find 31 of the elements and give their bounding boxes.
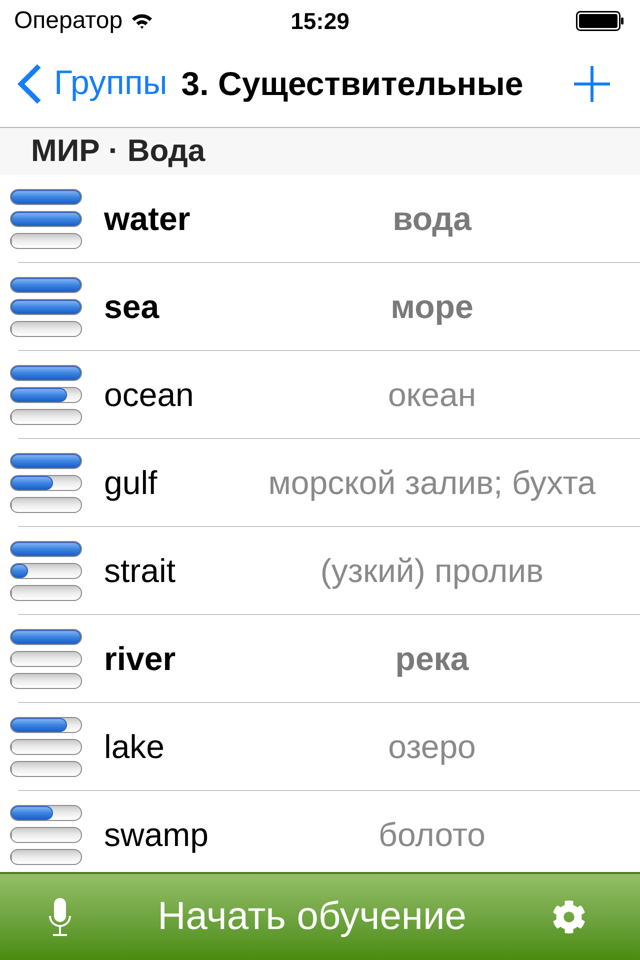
word-text: gulf <box>104 464 158 502</box>
translation-text: море <box>390 287 474 328</box>
translation-text: (узкий) пролив <box>320 551 544 592</box>
status-time: 15:29 <box>290 6 350 36</box>
word-text: swamp <box>104 816 209 854</box>
translation-text: болото <box>378 815 486 856</box>
add-button[interactable] <box>574 66 610 102</box>
settings-button[interactable] <box>552 900 586 934</box>
wifi-icon <box>130 13 153 29</box>
translation-text: река <box>395 639 469 680</box>
section-title: МИР · Вода <box>31 132 206 170</box>
word-text: lake <box>104 728 165 766</box>
battery-icon <box>576 11 624 31</box>
word-text: strait <box>104 552 176 590</box>
translation-text: озеро <box>388 727 476 768</box>
word-text: water <box>104 200 190 238</box>
word-text: ocean <box>104 376 194 414</box>
microphone-icon <box>48 898 72 936</box>
word-text: sea <box>104 288 160 326</box>
microphone-button[interactable] <box>48 898 72 936</box>
back-chevron-icon <box>16 64 42 104</box>
carrier-name: Оператор <box>14 6 123 36</box>
translation-text: морской залив; бухта <box>268 463 596 504</box>
plus-icon <box>574 66 610 102</box>
settings-icon <box>552 900 586 934</box>
word-text: river <box>104 640 176 678</box>
translation-text: океан <box>388 375 476 416</box>
back-button[interactable]: Группы <box>16 58 168 109</box>
translation-text: вода <box>392 199 472 240</box>
nav-title: 3. Существительные <box>181 64 524 104</box>
start-learning-button[interactable]: Начать обучение <box>158 888 466 946</box>
